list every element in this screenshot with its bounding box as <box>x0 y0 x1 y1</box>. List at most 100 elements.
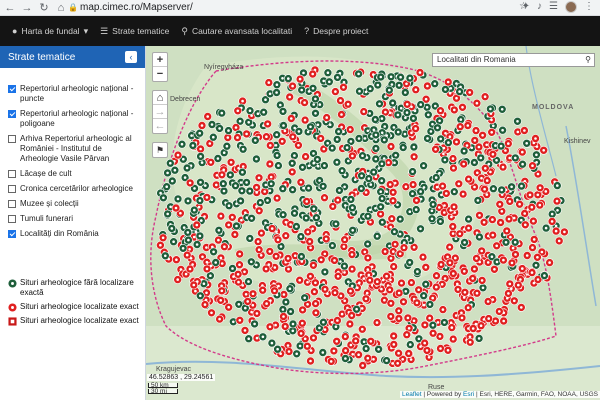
nav-thematic-layers[interactable]: ☰ Strate tematice <box>100 26 169 37</box>
nav-base-map[interactable]: ● Harta de fundal ▾ <box>12 26 88 37</box>
layer-checkbox[interactable] <box>8 135 16 143</box>
site-marker-center <box>336 319 339 322</box>
site-marker-center <box>513 299 516 303</box>
layer-item[interactable]: Tumuli funerari <box>8 214 141 224</box>
site-marker-center <box>525 142 528 145</box>
site-marker-center <box>366 242 369 246</box>
site-marker-center <box>318 179 321 182</box>
site-marker-center <box>275 91 278 94</box>
menu-dots-icon[interactable]: ⋮ <box>584 1 594 13</box>
site-marker-center <box>421 255 425 259</box>
reading-list-icon[interactable]: ☰ <box>549 1 558 13</box>
extension-icon[interactable]: ✦ <box>522 1 530 13</box>
site-marker-center <box>293 254 297 257</box>
site-marker-center <box>290 117 293 120</box>
site-marker-center <box>275 154 279 157</box>
site-marker-center <box>344 357 347 360</box>
site-marker-center <box>379 205 382 209</box>
site-marker-center <box>538 203 542 207</box>
site-marker-center <box>279 103 282 107</box>
site-marker-center <box>491 218 494 221</box>
site-marker-center <box>362 340 366 344</box>
zoom-out-button[interactable]: − <box>153 67 167 81</box>
site-marker-center <box>362 277 366 280</box>
layer-item[interactable]: Muzee și colecții <box>8 199 141 209</box>
map-canvas[interactable]: Nyíregyháza Debrecen MOLDOVA Kishinev Kr… <box>146 46 600 400</box>
site-marker-center <box>215 183 218 187</box>
collapse-sidebar-button[interactable]: ‹ <box>125 51 137 63</box>
site-marker-center <box>431 203 435 206</box>
site-marker-center <box>312 152 315 155</box>
forward-icon[interactable]: → <box>20 1 34 15</box>
layer-checkbox[interactable] <box>8 85 16 93</box>
site-marker-center <box>210 123 214 126</box>
next-extent-icon[interactable]: → <box>153 105 167 119</box>
site-marker-center <box>465 144 469 147</box>
site-marker-center <box>404 290 408 293</box>
layer-checkbox[interactable] <box>8 200 16 208</box>
site-marker-center <box>255 312 259 315</box>
layers-sidebar: Strate tematice ‹ Repertoriul arheologic… <box>0 46 146 400</box>
history-control: ⌂ → ← <box>152 90 168 134</box>
site-marker-center <box>323 252 327 256</box>
site-marker-center <box>281 77 284 80</box>
site-marker-center <box>417 337 421 341</box>
site-marker-center <box>306 344 309 348</box>
layer-item[interactable]: Repertoriul arheologic național - poligo… <box>8 109 141 129</box>
layer-item[interactable]: Repertoriul arheologic național - puncte <box>8 84 141 104</box>
site-marker-center <box>411 170 414 173</box>
locality-search-input[interactable]: Localitati din Romania ⚲ <box>432 53 595 67</box>
site-marker-center <box>441 184 444 188</box>
nav-about[interactable]: ? Despre proiect <box>304 26 368 36</box>
site-marker-center <box>555 199 559 203</box>
layer-checkbox[interactable] <box>8 170 16 178</box>
nav-advanced-search[interactable]: ⚲ Cautare avansata localitati <box>181 26 292 37</box>
back-icon[interactable]: ← <box>3 1 17 15</box>
site-marker-center <box>227 204 231 207</box>
site-marker-center <box>467 217 470 221</box>
site-marker-center <box>323 196 326 199</box>
layer-item[interactable]: Arhiva Repertoriul arheologic al Românie… <box>8 134 141 164</box>
profile-avatar[interactable] <box>565 1 577 13</box>
layer-item[interactable]: Lăcașe de cult <box>8 169 141 179</box>
site-marker-center <box>392 334 395 338</box>
site-marker-center <box>293 154 296 157</box>
layer-item[interactable]: Cronica cercetărilor arheologice <box>8 184 141 194</box>
esri-link[interactable]: Esri <box>463 391 474 398</box>
locate-pin-icon[interactable]: ⚑ <box>152 142 168 158</box>
leaflet-link[interactable]: Leaflet <box>402 391 422 398</box>
layer-checkbox[interactable] <box>8 230 16 238</box>
reload-icon[interactable]: ↻ <box>37 1 51 15</box>
site-marker-center <box>321 185 325 188</box>
site-marker-center <box>190 134 193 137</box>
site-marker-center <box>380 197 384 200</box>
layer-checkbox[interactable] <box>8 185 16 193</box>
site-marker-center <box>514 253 517 256</box>
layer-checkbox[interactable] <box>8 215 16 223</box>
site-marker-center <box>419 103 423 106</box>
site-marker-center <box>309 246 312 250</box>
site-marker-center <box>170 227 174 230</box>
site-marker-center <box>351 206 354 209</box>
home-extent-icon[interactable]: ⌂ <box>153 91 167 105</box>
site-marker-center <box>491 233 495 237</box>
site-marker-center <box>499 221 502 224</box>
site-marker-center <box>508 282 512 286</box>
site-marker-center <box>182 226 186 229</box>
previous-extent-icon[interactable]: ← <box>153 119 167 133</box>
site-marker-center <box>495 260 499 264</box>
address-bar[interactable]: 🔒 map.cimec.ro/Mapserver/ ☆ <box>64 1 528 14</box>
search-icon[interactable]: ⚲ <box>585 54 591 66</box>
site-marker-center <box>212 135 215 139</box>
site-marker-center <box>458 90 461 93</box>
site-marker-center <box>287 350 291 353</box>
media-icon[interactable]: ♪ <box>537 1 542 13</box>
site-marker-center <box>480 279 484 282</box>
zoom-in-button[interactable]: + <box>153 53 167 67</box>
layer-checkbox[interactable] <box>8 110 16 118</box>
site-marker-center <box>491 153 495 156</box>
layer-item[interactable]: Localități din România <box>8 229 141 239</box>
site-marker-center <box>389 75 393 79</box>
site-marker-center <box>305 200 308 203</box>
site-marker-center <box>473 267 476 271</box>
